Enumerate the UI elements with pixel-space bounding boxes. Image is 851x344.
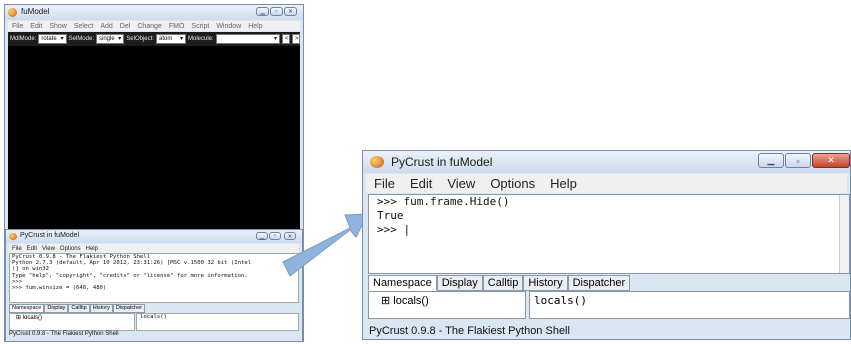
shell-line: >>> fum.frame.Hide() [377, 195, 510, 208]
expand-plus-icon[interactable]: ⊞ [381, 295, 390, 307]
tab-calltip[interactable]: Calltip [482, 275, 524, 291]
big-shell-editor[interactable]: >>> fum.frame.Hide() True >>> | [368, 194, 850, 274]
big-pycrust-menubar: File Edit View Options Help [366, 174, 847, 193]
tab-dispatcher[interactable]: Dispatcher [567, 275, 631, 291]
big-shell-tabs: Namespace Display Calltip History Dispat… [368, 275, 631, 291]
maximize-button[interactable]: ▫ [785, 153, 811, 168]
big-status-bar: PyCrust 0.9.8 - The Flakiest Python Shel… [369, 325, 570, 337]
menu-file[interactable]: File [374, 176, 395, 191]
big-pycrust-titlebar[interactable]: PyCrust in fuModel ▁ ▫ ✕ [363, 151, 850, 173]
arrow-shape [282, 213, 369, 277]
menu-edit[interactable]: Edit [410, 176, 432, 191]
shell-line: True [377, 209, 404, 222]
big-namespace-tree: ⊞ locals() [368, 291, 526, 319]
shell-vertical-scrollbar[interactable] [839, 195, 849, 273]
big-pycrust-title: PyCrust in fuModel [391, 155, 493, 169]
pycrust-app-icon [370, 156, 384, 168]
shell-prompt-line: >>> | [377, 223, 411, 236]
minimize-button[interactable]: ▁ [758, 153, 784, 168]
tree-item-locals[interactable]: locals() [393, 295, 428, 307]
close-button[interactable]: ✕ [812, 153, 850, 168]
tab-history[interactable]: History [523, 275, 568, 291]
tab-display[interactable]: Display [436, 275, 483, 291]
big-pycrust-window: PyCrust in fuModel ▁ ▫ ✕ File Edit View … [362, 150, 851, 340]
tab-namespace[interactable]: Namespace [368, 275, 437, 291]
menu-options[interactable]: Options [490, 176, 535, 191]
big-namespace-detail: locals() [529, 291, 850, 319]
menu-view[interactable]: View [447, 176, 475, 191]
menu-help[interactable]: Help [550, 176, 577, 191]
